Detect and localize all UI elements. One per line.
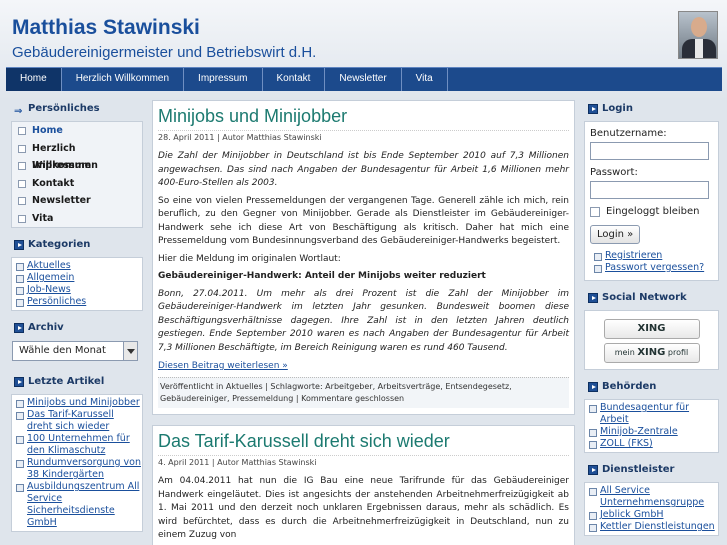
social-widget-title: Social Network [582, 289, 722, 307]
recent-post-link[interactable]: Das Tarif-Karussell dreht sich wieder [12, 409, 142, 433]
category-link[interactable]: Allgemein [12, 272, 142, 284]
menu-item-herzlich-willkommen[interactable]: Herzlich Willkommen [12, 140, 142, 171]
menu-item-newsletter[interactable]: Newsletter [12, 192, 142, 210]
nav-vita[interactable]: Vita [402, 68, 448, 91]
menu-item-impressum[interactable]: Impressum [12, 157, 142, 175]
recent-post-link[interactable]: Minijobs und Minijobber [12, 397, 142, 409]
site-description: Gebäudereinigermeister und Betriebswirt … [12, 44, 317, 61]
provider-link[interactable]: Kettler Dienstleistungen [585, 521, 718, 533]
category-link[interactable]: Persönliches [12, 296, 142, 308]
post-paragraph: Hier die Meldung im originalen Wortlaut: [158, 253, 341, 264]
widget-arrow-icon [588, 293, 598, 303]
menu-item-home[interactable]: Home [12, 122, 142, 140]
authorities-widget-title: Behörden [582, 378, 722, 396]
post: Minijobs und Minijobber 28. April 2011 |… [152, 100, 575, 415]
post-title[interactable]: Minijobs und Minijobber [158, 105, 569, 127]
providers-list: All Service Unternehmensgruppe Jeblick G… [584, 482, 719, 536]
provider-link[interactable]: Jeblick GmbH [585, 509, 718, 521]
nav-herzlich-willkommen[interactable]: Herzlich Willkommen [62, 68, 185, 91]
archive-select[interactable]: Wähle den Monat [12, 341, 138, 361]
widget-arrow-icon [14, 377, 24, 387]
widget-arrow-icon [588, 104, 598, 114]
nav-kontakt[interactable]: Kontakt [263, 68, 326, 91]
avatar [678, 11, 718, 59]
authority-link[interactable]: Bundesagentur für Arbeit [585, 402, 718, 426]
post-footer: Veröffentlicht in Aktuelles | Schlagwort… [158, 377, 569, 408]
categories-list: Aktuelles Allgemein Job-News Persönliche… [11, 257, 143, 311]
social-box: XING mein XING profil [584, 310, 719, 370]
chevron-down-icon[interactable] [123, 342, 137, 360]
personal-widget-title: ⇒ Persönliches [8, 100, 144, 118]
forgot-password-link[interactable]: Passwort vergessen? [590, 262, 713, 274]
widget-arrow-icon [588, 382, 598, 392]
xing-profile-button[interactable]: mein XING profil [603, 343, 700, 363]
register-link[interactable]: Registrieren [590, 250, 713, 262]
post-paragraph: Am 04.04.2011 hat nun die IG Bau eine ne… [158, 476, 569, 540]
authority-link[interactable]: ZOLL (FKS) [585, 438, 718, 450]
category-link[interactable]: Job-News [12, 284, 142, 296]
password-label: Passwort: [590, 167, 638, 178]
recent-post-link[interactable]: Rundumversorgung von 38 Kindergärten [12, 457, 142, 481]
post-meta: 4. April 2011 | Autor Matthias Stawinski [158, 455, 569, 467]
post-title[interactable]: Das Tarif-Karussell dreht sich wieder [158, 430, 569, 452]
username-field[interactable] [590, 142, 709, 160]
nav-home[interactable]: Home [6, 68, 62, 91]
nav-impressum[interactable]: Impressum [184, 68, 263, 91]
recent-widget-title: Letzte Artikel [8, 373, 144, 391]
right-sidebar: Login Benutzername: Passwort: Eingeloggt… [582, 100, 722, 544]
post-subheading: Gebäudereiniger-Handwerk: Anteil der Min… [158, 271, 486, 281]
main-nav: Home Herzlich Willkommen Impressum Konta… [6, 67, 722, 91]
checkbox-icon[interactable] [590, 206, 600, 217]
recent-post-link[interactable]: Ausbildungszentrum All Service Sicherhei… [12, 481, 142, 529]
categories-widget-title: Kategorien [8, 236, 144, 254]
post-meta: 28. April 2011 | Autor Matthias Stawinsk… [158, 130, 569, 142]
personal-menu: Home Herzlich Willkommen Impressum Konta… [11, 121, 143, 228]
post-paragraph: Bonn, 27.04.2011. Um mehr als drei Proze… [158, 288, 569, 353]
recent-post-link[interactable]: 100 Unternehmen für den Klimaschutz [12, 433, 142, 457]
menu-item-vita[interactable]: Vita [12, 210, 142, 228]
authority-link[interactable]: Minijob-Zentrale [585, 426, 718, 438]
nav-newsletter[interactable]: Newsletter [325, 68, 402, 91]
username-label: Benutzername: [590, 128, 667, 139]
header: Matthias Stawinski Gebäudereinigermeiste… [0, 0, 727, 100]
provider-link[interactable]: All Service Unternehmensgruppe [585, 485, 718, 509]
post-paragraph: So eine von vielen Pressemeldungen der v… [158, 195, 569, 247]
archive-widget-title: Archiv [8, 319, 144, 337]
widget-arrow-icon [14, 323, 24, 333]
read-more-link[interactable]: Diesen Beitrag weiterlesen » [158, 361, 569, 371]
recent-posts-list: Minijobs und Minijobber Das Tarif-Karuss… [11, 394, 143, 532]
login-button[interactable]: Login » [590, 225, 641, 244]
site-title[interactable]: Matthias Stawinski [12, 16, 200, 40]
login-links: Registrieren Passwort vergessen? [590, 250, 713, 274]
providers-widget-title: Dienstleister [582, 461, 722, 479]
password-field[interactable] [590, 181, 709, 199]
remember-checkbox[interactable]: Eingeloggt bleiben [590, 206, 713, 217]
widget-arrow-icon [14, 240, 24, 250]
widget-arrow-icon [588, 465, 598, 475]
menu-item-kontakt[interactable]: Kontakt [12, 175, 142, 193]
xing-button[interactable]: XING [603, 319, 700, 339]
login-widget-title: Login [582, 100, 722, 118]
post-paragraph: Die Zahl der Minijobber in Deutschland i… [158, 151, 569, 188]
main-content: Minijobs und Minijobber 28. April 2011 |… [152, 100, 575, 545]
login-box: Benutzername: Passwort: Eingeloggt bleib… [584, 121, 719, 281]
category-link[interactable]: Aktuelles [12, 260, 142, 272]
authorities-list: Bundesagentur für Arbeit Minijob-Zentral… [584, 399, 719, 453]
post: Das Tarif-Karussell dreht sich wieder 4.… [152, 425, 575, 545]
left-sidebar: ⇒ Persönliches Home Herzlich Willkommen I… [8, 100, 144, 540]
arrow-right-icon: ⇒ [14, 106, 23, 117]
